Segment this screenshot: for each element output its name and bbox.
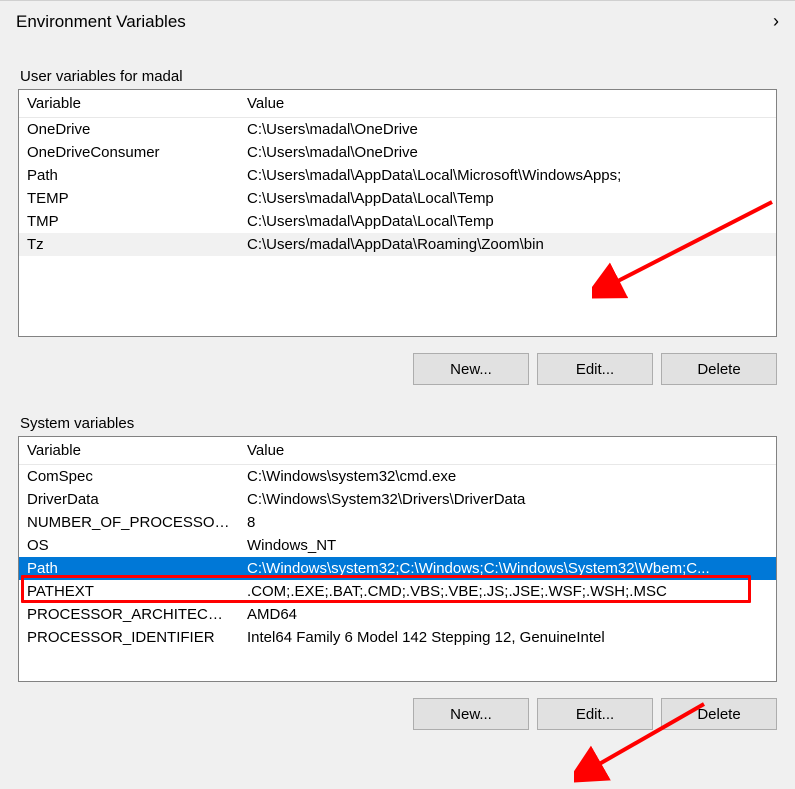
env-vars-dialog: Environment Variables › User variables f… (0, 0, 795, 787)
cell-val: C:\Users\madal\OneDrive (239, 118, 776, 142)
system-variables-label: System variables (18, 415, 777, 432)
table-row[interactable]: OneDrive C:\Users\madal\OneDrive (19, 118, 776, 142)
cell-var: OS (19, 534, 239, 557)
cell-var: PROCESSOR_ARCHITECTURE (19, 603, 239, 626)
cell-val: C:\Windows\system32\cmd.exe (239, 465, 776, 489)
user-col-value[interactable]: Value (239, 90, 776, 118)
system-variables-table[interactable]: Variable Value ComSpec C:\Windows\system… (19, 437, 776, 649)
window-title: Environment Variables (16, 12, 186, 32)
table-row[interactable]: PROCESSOR_IDENTIFIER Intel64 Family 6 Mo… (19, 626, 776, 649)
table-row[interactable]: TEMP C:\Users\madal\AppData\Local\Temp (19, 187, 776, 210)
table-row-selected[interactable]: Path C:\Windows\system32;C:\Windows;C:\W… (19, 557, 776, 580)
table-row[interactable]: OneDriveConsumer C:\Users\madal\OneDrive (19, 141, 776, 164)
system-new-button[interactable]: New... (413, 698, 529, 730)
table-row[interactable]: OS Windows_NT (19, 534, 776, 557)
user-variables-table[interactable]: Variable Value OneDrive C:\Users\madal\O… (19, 90, 776, 256)
chevron-right-icon[interactable]: › (773, 11, 779, 32)
cell-val: C:\Users\madal\AppData\Local\Microsoft\W… (239, 164, 776, 187)
cell-val: C:\Windows\system32;C:\Windows;C:\Window… (239, 557, 776, 580)
cell-var: TEMP (19, 187, 239, 210)
cell-var: TMP (19, 210, 239, 233)
cell-var: Path (19, 557, 239, 580)
cell-val: C:\Users\madal\AppData\Local\Temp (239, 187, 776, 210)
cell-var: NUMBER_OF_PROCESSORS (19, 511, 239, 534)
cell-var: OneDriveConsumer (19, 141, 239, 164)
cell-var: Tz (19, 233, 239, 256)
table-row[interactable]: PATHEXT .COM;.EXE;.BAT;.CMD;.VBS;.VBE;.J… (19, 580, 776, 603)
system-buttons: New... Edit... Delete (18, 698, 777, 730)
user-variables-table-box: Variable Value OneDrive C:\Users\madal\O… (18, 89, 777, 337)
user-buttons: New... Edit... Delete (18, 353, 777, 385)
table-row[interactable]: PROCESSOR_ARCHITECTURE AMD64 (19, 603, 776, 626)
table-row[interactable]: ComSpec C:\Windows\system32\cmd.exe (19, 465, 776, 489)
sys-col-variable[interactable]: Variable (19, 437, 239, 465)
cell-val: C:\Users\madal\OneDrive (239, 141, 776, 164)
user-variables-label: User variables for madal (18, 68, 777, 85)
cell-var: PROCESSOR_IDENTIFIER (19, 626, 239, 649)
table-row[interactable]: DriverData C:\Windows\System32\Drivers\D… (19, 488, 776, 511)
cell-var: OneDrive (19, 118, 239, 142)
system-variables-scroll[interactable]: Variable Value ComSpec C:\Windows\system… (19, 437, 776, 681)
user-variables-scroll[interactable]: Variable Value OneDrive C:\Users\madal\O… (19, 90, 776, 336)
table-row[interactable]: NUMBER_OF_PROCESSORS 8 (19, 511, 776, 534)
cell-val: AMD64 (239, 603, 776, 626)
cell-var: PATHEXT (19, 580, 239, 603)
cell-val: Windows_NT (239, 534, 776, 557)
table-row[interactable]: Path C:\Users\madal\AppData\Local\Micros… (19, 164, 776, 187)
titlebar: Environment Variables › (4, 5, 791, 34)
system-delete-button[interactable]: Delete (661, 698, 777, 730)
user-delete-button[interactable]: Delete (661, 353, 777, 385)
cell-var: Path (19, 164, 239, 187)
cell-val: .COM;.EXE;.BAT;.CMD;.VBS;.VBE;.JS;.JSE;.… (239, 580, 776, 603)
cell-val: C:\Users/madal\AppData\Roaming\Zoom\bin (239, 233, 776, 256)
cell-var: ComSpec (19, 465, 239, 489)
dialog-content: User variables for madal Variable Value … (4, 34, 791, 738)
table-row[interactable]: Tz C:\Users/madal\AppData\Roaming\Zoom\b… (19, 233, 776, 256)
table-row[interactable]: TMP C:\Users\madal\AppData\Local\Temp (19, 210, 776, 233)
sys-col-value[interactable]: Value (239, 437, 776, 465)
user-new-button[interactable]: New... (413, 353, 529, 385)
system-variables-table-box: Variable Value ComSpec C:\Windows\system… (18, 436, 777, 682)
user-edit-button[interactable]: Edit... (537, 353, 653, 385)
user-col-variable[interactable]: Variable (19, 90, 239, 118)
cell-val: Intel64 Family 6 Model 142 Stepping 12, … (239, 626, 776, 649)
cell-val: C:\Windows\System32\Drivers\DriverData (239, 488, 776, 511)
cell-val: 8 (239, 511, 776, 534)
system-edit-button[interactable]: Edit... (537, 698, 653, 730)
cell-val: C:\Users\madal\AppData\Local\Temp (239, 210, 776, 233)
cell-var: DriverData (19, 488, 239, 511)
